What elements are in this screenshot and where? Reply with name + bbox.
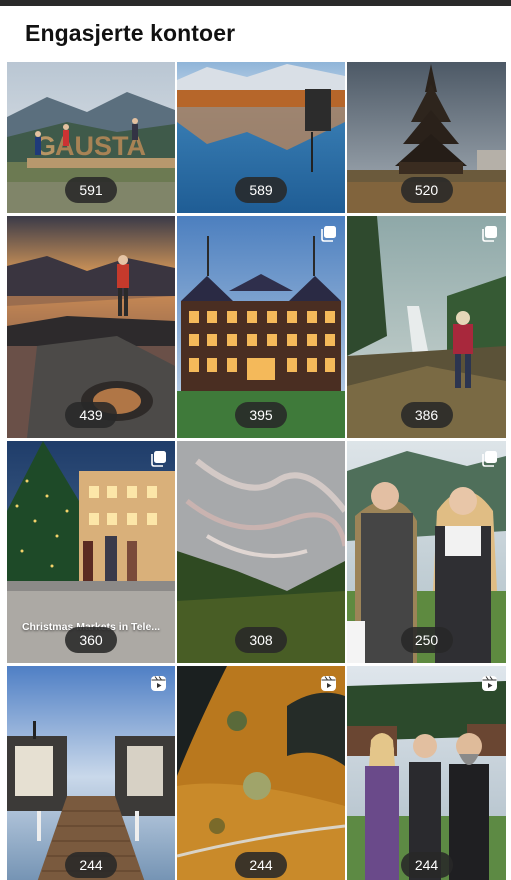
post-thumbnail [177, 666, 345, 880]
posts-grid: AUSTA G 591 589 520 439 395 386 Christma… [7, 62, 506, 880]
post-tile-sauna-pier[interactable]: 244 [7, 666, 175, 880]
engagement-count: 244 [235, 852, 287, 878]
reels-icon [482, 676, 497, 691]
post-thumbnail [7, 666, 175, 880]
reels-icon [321, 676, 336, 691]
header: Engasjerte kontoer [0, 6, 511, 60]
engagement-count: 360 [65, 627, 117, 653]
post-tile-fjord-sunset[interactable]: 439 [7, 216, 175, 438]
reels-icon [151, 676, 166, 691]
engagement-count: 244 [65, 852, 117, 878]
page-title: Engasjerte kontoer [25, 19, 236, 46]
post-tile-stave-church[interactable]: 520 [347, 62, 506, 213]
carousel-icon [482, 451, 497, 467]
post-tile-three-people[interactable]: 244 [347, 666, 506, 880]
engagement-count: 308 [235, 627, 287, 653]
post-tile-aerial-marsh[interactable]: 244 [177, 666, 345, 880]
engaged-accounts-screen: Engasjerte kontoer AUSTA G 591 589 520 4… [0, 6, 511, 880]
carousel-icon [151, 451, 166, 467]
post-tile-rock-formation[interactable]: 308 [177, 441, 345, 663]
post-tile-christmas-market[interactable]: Christmas Markets in Tele... 360 [7, 441, 175, 663]
post-tile-historic-hotel[interactable]: 395 [177, 216, 345, 438]
post-tile-gausta[interactable]: AUSTA G 591 [7, 62, 175, 213]
engagement-count: 244 [400, 852, 453, 878]
engagement-count: 520 [400, 177, 453, 203]
carousel-icon [482, 226, 497, 242]
engagement-count: 386 [400, 402, 453, 428]
post-thumbnail [347, 666, 506, 880]
post-tile-waterfall[interactable]: 386 [347, 216, 506, 438]
engagement-count: 439 [65, 402, 117, 428]
engagement-count: 591 [65, 177, 117, 203]
post-tile-two-women[interactable]: 250 [347, 441, 506, 663]
engagement-count: 589 [235, 177, 287, 203]
engagement-count: 395 [235, 402, 287, 428]
engagement-count: 250 [400, 627, 453, 653]
post-tile-lake[interactable]: 589 [177, 62, 345, 213]
carousel-icon [321, 226, 336, 242]
